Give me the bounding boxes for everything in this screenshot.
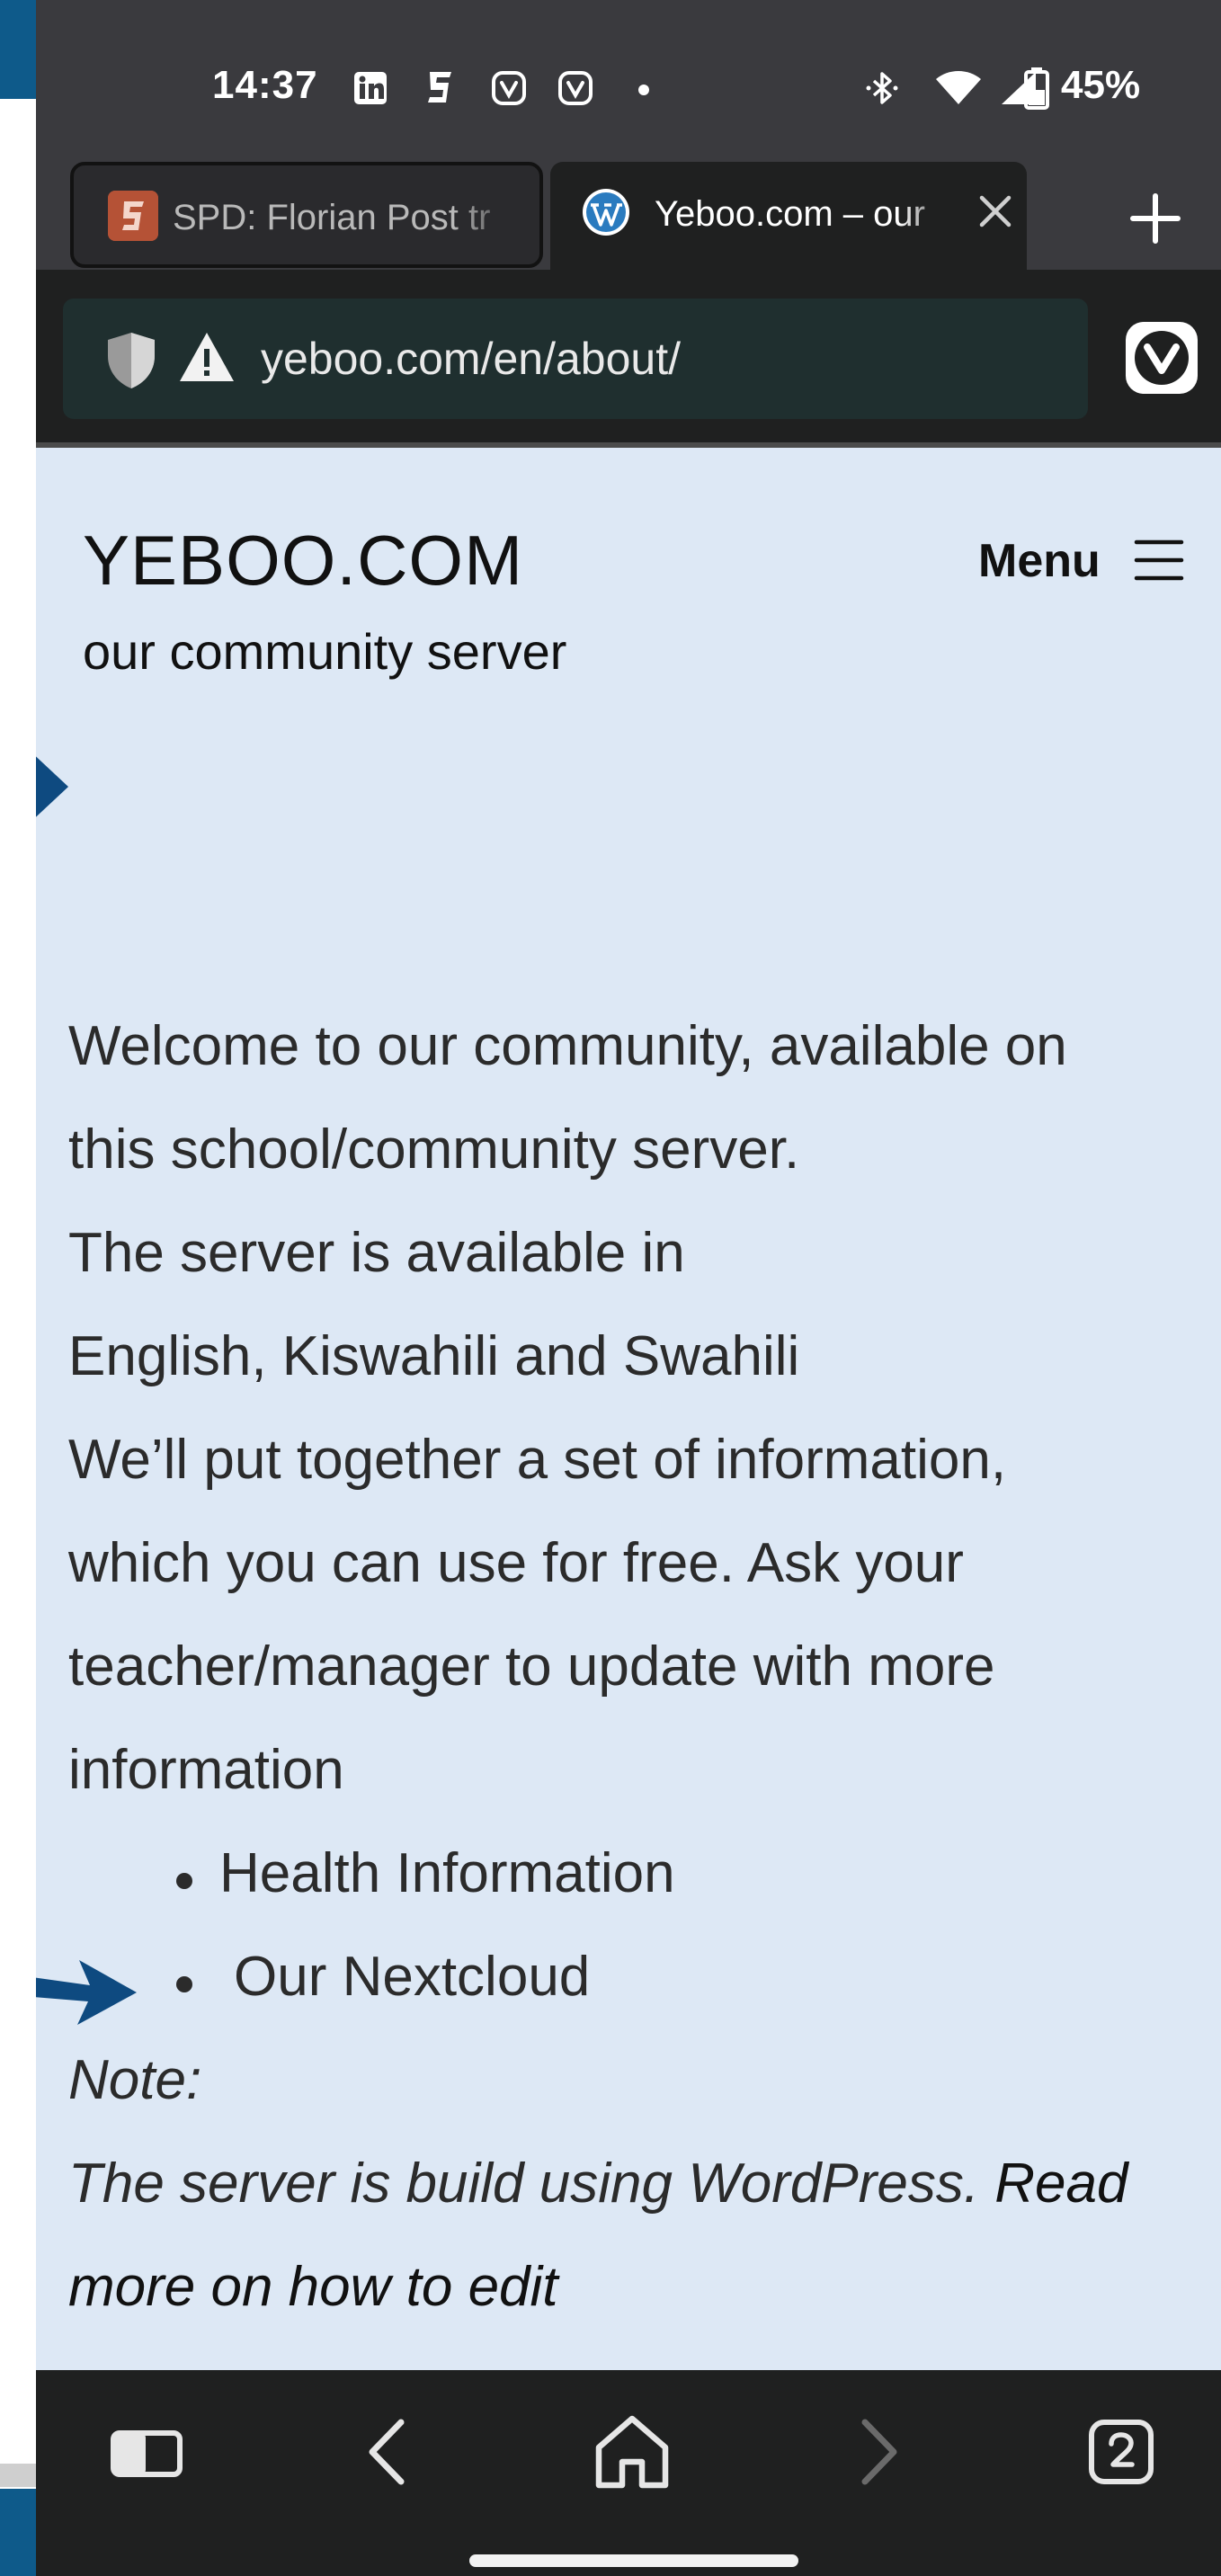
phone-screen: 14:37 45% SPD: Florian Post tr Yeboo.com…: [36, 0, 1221, 2576]
note-text: The server is build using WordPress.: [68, 2153, 980, 2215]
notification-dot-icon: [638, 85, 649, 95]
forward-icon[interactable]: [836, 2411, 917, 2492]
note-line: The server is build using WordPress. Rea…: [68, 2152, 1128, 2215]
browser-bottom-bar: [36, 2370, 1221, 2576]
note-label: Note:: [68, 2049, 202, 2111]
list-item-our-nextcloud[interactable]: Our Nextcloud: [234, 1945, 590, 2009]
menu-label: Menu: [978, 535, 1101, 587]
background-app-edge: [0, 0, 36, 2576]
hamburger-menu-icon: [1134, 539, 1184, 581]
address-bar[interactable]: yeboo.com/en/about/: [63, 299, 1088, 419]
tab-strip: SPD: Florian Post tr Yeboo.com – our: [36, 162, 1221, 270]
annotation-arrow-icon: [36, 1960, 137, 2025]
warning-icon[interactable]: [178, 331, 236, 383]
tab-yeboo-active[interactable]: Yeboo.com – our: [550, 162, 1027, 270]
tab-title: SPD: Florian Post tr: [173, 198, 491, 237]
content-line: teacher/manager to update with more: [68, 1636, 995, 1698]
s-app-icon: [428, 72, 451, 103]
content-line: which you can use for free. Ask your: [68, 1532, 964, 1594]
content-line: We’ll put together a set of information,: [68, 1429, 1007, 1491]
battery-percentage: 45%: [1061, 63, 1141, 107]
shield-icon[interactable]: [104, 331, 158, 390]
content-line: English, Kiswahili and Swahili: [68, 1325, 800, 1387]
vivaldi-status-icon: [492, 71, 526, 105]
read-more-link-continued[interactable]: more on how to edit: [68, 2255, 558, 2319]
panel-toggle-icon[interactable]: [106, 2411, 187, 2492]
wordpress-icon: [583, 189, 629, 236]
background-app-blue-top: [0, 0, 36, 99]
status-time: 14:37: [212, 63, 318, 107]
content-line: information: [68, 1739, 344, 1801]
browser-toolbar: yeboo.com/en/about/: [36, 270, 1221, 442]
list-item-health-information[interactable]: Health Information: [219, 1841, 675, 1905]
url-text[interactable]: yeboo.com/en/about/: [261, 333, 681, 385]
s-favicon-icon: [108, 191, 158, 241]
tab-title: Yeboo.com – our: [655, 194, 925, 234]
menu-button[interactable]: Menu: [978, 529, 1194, 592]
status-bar: 14:37 45%: [36, 0, 1221, 162]
home-icon[interactable]: [592, 2411, 673, 2492]
annotation-arrow-icon: [36, 756, 68, 817]
gesture-home-indicator[interactable]: [469, 2554, 798, 2567]
back-icon[interactable]: [349, 2411, 430, 2492]
content-line: this school/community server.: [68, 1119, 800, 1181]
battery-icon: [1024, 67, 1049, 110]
read-more-link[interactable]: Read: [994, 2153, 1127, 2215]
site-title-link[interactable]: YEBOO.COM: [83, 520, 523, 602]
bluetooth-icon: [866, 72, 898, 104]
content-line: The server is available in: [68, 1222, 685, 1284]
tab-spd-florian-post[interactable]: SPD: Florian Post tr: [70, 162, 543, 268]
site-tagline: our community server: [83, 623, 567, 680]
web-page-content: YEBOO.COM our community server Menu Welc…: [36, 448, 1221, 2370]
content-line: Welcome to our community, available on: [68, 1015, 1067, 1077]
wifi-icon: [936, 71, 981, 104]
vivaldi-status-icon-2: [558, 71, 593, 105]
bullet-dot: [176, 1873, 192, 1889]
new-tab-plus-icon[interactable]: [1124, 187, 1187, 250]
background-app-blue-bottom: [0, 2489, 36, 2576]
tab-switcher-icon[interactable]: [1081, 2411, 1162, 2492]
close-tab-icon[interactable]: [973, 189, 1018, 234]
background-app-gray-line: [0, 2464, 36, 2487]
vivaldi-menu-icon[interactable]: [1124, 320, 1199, 396]
linkedin-icon: [354, 72, 387, 104]
